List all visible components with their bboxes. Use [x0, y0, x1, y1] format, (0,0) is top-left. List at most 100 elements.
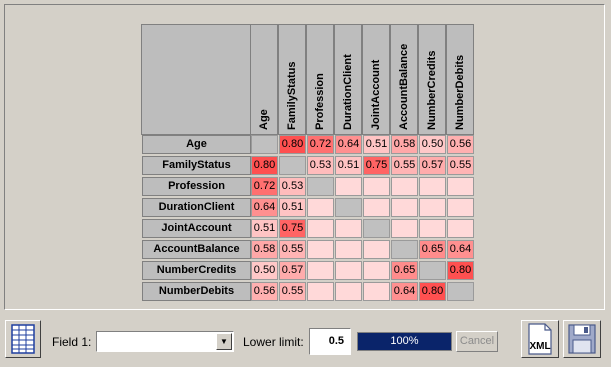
matrix-cell[interactable]	[447, 219, 474, 238]
column-header-familystatus[interactable]: FamilyStatus	[278, 24, 306, 135]
matrix-cell[interactable]	[335, 219, 362, 238]
matrix-cell[interactable]: 0.80	[279, 135, 306, 154]
column-header-age[interactable]: Age	[250, 24, 278, 135]
matrix-cell[interactable]	[391, 240, 418, 259]
column-header-label: FamilyStatus	[286, 61, 298, 130]
matrix-cell[interactable]: 0.51	[335, 156, 362, 175]
matrix-cell[interactable]	[335, 240, 362, 259]
matrix-cell[interactable]	[447, 282, 474, 301]
field1-label: Field 1:	[52, 335, 92, 349]
matrix-cell[interactable]	[363, 282, 390, 301]
progress-text: 100%	[390, 335, 419, 347]
matrix-cell[interactable]: 0.80	[447, 261, 474, 280]
progress-bar: 100%	[357, 332, 452, 351]
matrix-cell[interactable]	[363, 240, 390, 259]
matrix-cell[interactable]	[363, 198, 390, 217]
matrix-cell[interactable]	[363, 219, 390, 238]
row-header-profession[interactable]: Profession	[142, 177, 251, 196]
correlation-window: Age FamilyStatus Profession DurationClient J…	[0, 0, 611, 367]
save-button[interactable]	[563, 320, 601, 358]
matrix-cell[interactable]: 0.50	[419, 135, 446, 154]
matrix-cell[interactable]: 0.55	[447, 156, 474, 175]
matrix-cell[interactable]: 0.58	[391, 135, 418, 154]
chevron-down-icon[interactable]: ▼	[216, 333, 232, 350]
matrix-cell[interactable]: 0.80	[419, 282, 446, 301]
matrix-cell[interactable]	[307, 198, 334, 217]
column-header-jointaccount[interactable]: JointAccount	[362, 24, 390, 135]
row-header-familystatus[interactable]: FamilyStatus	[142, 156, 251, 175]
matrix-cell[interactable]	[363, 261, 390, 280]
column-header-profession[interactable]: Profession	[306, 24, 334, 135]
matrix-cell[interactable]: 0.51	[363, 135, 390, 154]
matrix-cell[interactable]: 0.72	[251, 177, 278, 196]
row-header-numbercredits[interactable]: NumberCredits	[142, 261, 251, 280]
matrix-cell[interactable]	[419, 177, 446, 196]
matrix-cell[interactable]: 0.64	[447, 240, 474, 259]
matrix-cell[interactable]	[307, 177, 334, 196]
matrix-cell[interactable]	[307, 219, 334, 238]
matrix-cell[interactable]	[307, 261, 334, 280]
matrix-cell[interactable]	[335, 177, 362, 196]
matrix-cell[interactable]: 0.51	[279, 198, 306, 217]
row-header-durationclient[interactable]: DurationClient	[142, 198, 251, 217]
column-header-label: Profession	[314, 73, 326, 130]
matrix-cell[interactable]: 0.72	[307, 135, 334, 154]
column-header-label: DurationClient	[342, 54, 354, 130]
matrix-cell[interactable]	[279, 156, 306, 175]
matrix-cell[interactable]	[251, 135, 278, 154]
matrix-cell[interactable]: 0.58	[251, 240, 278, 259]
matrix-cell[interactable]	[419, 198, 446, 217]
matrix-cell[interactable]	[335, 198, 362, 217]
export-xml-button[interactable]: XML	[521, 320, 559, 358]
matrix-cell[interactable]: 0.64	[335, 135, 362, 154]
matrix-cell[interactable]: 0.64	[251, 198, 278, 217]
matrix-cell[interactable]: 0.56	[251, 282, 278, 301]
matrix-cell[interactable]: 0.56	[447, 135, 474, 154]
svg-text:XML: XML	[529, 341, 550, 352]
matrix-cell[interactable]	[419, 219, 446, 238]
matrix-cell[interactable]: 0.80	[251, 156, 278, 175]
matrix-cell[interactable]	[335, 282, 362, 301]
table-view-button[interactable]	[5, 320, 41, 358]
row-header-age[interactable]: Age	[142, 135, 251, 154]
matrix-cell[interactable]: 0.57	[279, 261, 306, 280]
row-header-numberdebits[interactable]: NumberDebits	[142, 282, 251, 301]
matrix-cell[interactable]: 0.53	[279, 177, 306, 196]
matrix-cell[interactable]: 0.65	[419, 240, 446, 259]
row-header-jointaccount[interactable]: JointAccount	[142, 219, 251, 238]
matrix-cell[interactable]	[363, 177, 390, 196]
matrix-cell[interactable]	[391, 219, 418, 238]
row-header-accountbalance[interactable]: AccountBalance	[142, 240, 251, 259]
matrix-cell[interactable]: 0.50	[251, 261, 278, 280]
matrix-cell[interactable]	[307, 282, 334, 301]
matrix-panel: Age FamilyStatus Profession DurationClient J…	[4, 4, 605, 310]
matrix-cell[interactable]: 0.53	[307, 156, 334, 175]
column-header-numberdebits[interactable]: NumberDebits	[446, 24, 474, 135]
matrix-cell[interactable]: 0.55	[391, 156, 418, 175]
floppy-disk-icon	[568, 324, 596, 354]
matrix-cell[interactable]: 0.51	[251, 219, 278, 238]
matrix-cell[interactable]	[391, 177, 418, 196]
matrix-cell[interactable]	[307, 240, 334, 259]
matrix-cell[interactable]	[447, 177, 474, 196]
matrix-cell[interactable]: 0.55	[279, 240, 306, 259]
column-header-durationclient[interactable]: DurationClient	[334, 24, 362, 135]
column-header-label: AccountBalance	[398, 43, 410, 130]
matrix-cell[interactable]: 0.75	[363, 156, 390, 175]
column-header-accountbalance[interactable]: AccountBalance	[390, 24, 418, 135]
lower-limit-input[interactable]: 0.5	[309, 328, 351, 355]
column-header-numbercredits[interactable]: NumberCredits	[418, 24, 446, 135]
matrix-cell[interactable]: 0.75	[279, 219, 306, 238]
matrix-cell[interactable]: 0.65	[391, 261, 418, 280]
table-grid-icon	[11, 324, 35, 354]
cancel-button[interactable]: Cancel	[456, 331, 498, 352]
matrix-cell[interactable]: 0.64	[391, 282, 418, 301]
matrix-cell[interactable]: 0.55	[279, 282, 306, 301]
matrix-cell[interactable]: 0.57	[419, 156, 446, 175]
field1-select[interactable]: ▼	[96, 331, 234, 352]
matrix-cell[interactable]	[419, 261, 446, 280]
matrix-cell[interactable]	[447, 198, 474, 217]
matrix-cell[interactable]	[335, 261, 362, 280]
matrix-cell[interactable]	[391, 198, 418, 217]
column-header-label: NumberCredits	[426, 50, 438, 130]
